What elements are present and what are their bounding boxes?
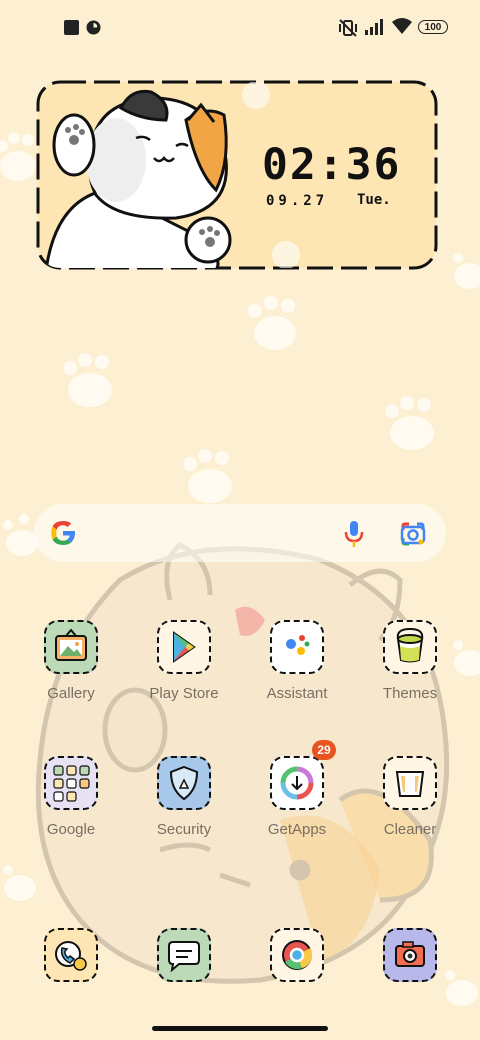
themes-icon: [383, 620, 437, 674]
google-logo-icon: [51, 520, 75, 545]
cleaner-icon: [383, 756, 437, 810]
app-label-play-store: Play Store: [149, 685, 219, 702]
vibrate-off-icon: [339, 19, 357, 37]
dock-phone[interactable]: [16, 928, 126, 982]
app-label-themes: Themes: [382, 685, 438, 702]
getapps-icon: [270, 756, 324, 810]
camera-icon: [383, 928, 437, 982]
app-label-gallery: Gallery: [47, 685, 95, 702]
wifi-icon: [392, 18, 412, 34]
google-folder-icon: [44, 756, 98, 810]
app-label-assistant: Assistant: [266, 685, 328, 702]
app-themes[interactable]: Themes: [355, 620, 465, 702]
google-search-bar[interactable]: [34, 504, 446, 562]
stop-icon: [64, 20, 79, 35]
notification-badge: 29: [312, 740, 336, 760]
clock-date: 09.27: [266, 193, 329, 209]
app-gallery[interactable]: Gallery: [16, 620, 126, 702]
app-security[interactable]: Security: [129, 756, 239, 838]
gallery-icon: [44, 620, 98, 674]
app-folder-google[interactable]: Google: [16, 756, 126, 838]
clock-day: Tue.: [357, 192, 391, 208]
phone-icon: [44, 928, 98, 982]
dock-camera[interactable]: [355, 928, 465, 982]
clock-time: 02:36: [262, 140, 402, 190]
app-cleaner[interactable]: Cleaner: [355, 756, 465, 838]
data-saver-icon: [86, 20, 101, 35]
security-icon: [157, 756, 211, 810]
app-label-cleaner: Cleaner: [383, 821, 437, 838]
app-assistant[interactable]: Assistant: [242, 620, 352, 702]
app-label-google: Google: [46, 821, 96, 838]
dock-chrome[interactable]: [242, 928, 352, 982]
status-bar: 100: [0, 0, 480, 56]
signal-icon: [365, 19, 383, 35]
gesture-navigation-bar[interactable]: [152, 1026, 328, 1031]
battery-indicator: 100: [418, 20, 448, 34]
voice-search-icon[interactable]: [344, 520, 364, 548]
messages-icon: [157, 928, 211, 982]
dock-messages[interactable]: [129, 928, 239, 982]
assistant-icon: [270, 620, 324, 674]
app-getapps[interactable]: GetApps: [242, 756, 352, 838]
app-label-security: Security: [156, 821, 212, 838]
app-play-store[interactable]: Play Store: [129, 620, 239, 702]
play-store-icon: [157, 620, 211, 674]
chrome-icon: [270, 928, 324, 982]
google-lens-icon[interactable]: [399, 520, 427, 548]
app-label-getapps: GetApps: [267, 821, 327, 838]
